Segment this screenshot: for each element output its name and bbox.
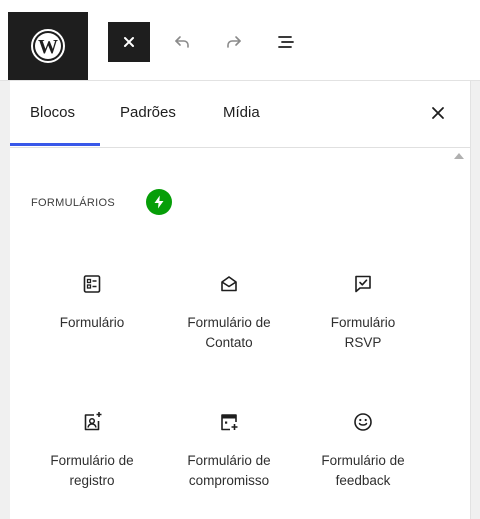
undo-button[interactable] (166, 26, 198, 58)
appointment-icon (221, 414, 238, 431)
jetpack-icon (146, 189, 172, 215)
redo-button[interactable] (218, 26, 250, 58)
category-title: FORMULÁRIOS (31, 197, 115, 209)
registration-icon (84, 412, 102, 431)
selected-tab-indicator (10, 143, 100, 146)
block-appointment-form[interactable]: Formulário de compromisso (164, 410, 294, 491)
block-registration-form[interactable]: Formulário de registro (27, 410, 157, 491)
block-label: Formulário (59, 315, 125, 330)
tab-blocks[interactable]: Blocos (30, 104, 75, 121)
block-form[interactable]: Formulário (27, 272, 157, 333)
tab-patterns[interactable]: Padrões (120, 104, 176, 121)
block-label: Formulário de compromisso (187, 453, 271, 488)
close-panel-button[interactable] (426, 101, 450, 125)
block-feedback-form[interactable]: Formulário de feedback (298, 410, 428, 491)
redo-icon (227, 36, 241, 48)
contact-form-icon (221, 276, 237, 292)
close-icon (432, 107, 444, 119)
scroll-up-arrow[interactable] (454, 153, 464, 159)
wordpress-logo-button[interactable]: W (8, 12, 88, 80)
document-overview-button[interactable] (270, 26, 302, 58)
list-view-icon (278, 36, 294, 48)
block-label: Formulário de registro (50, 453, 134, 488)
close-icon (124, 37, 134, 47)
form-icon (83, 275, 101, 293)
inserter-tabs: Blocos Padrões Mídia (10, 81, 470, 148)
block-label: Formulário de Contato (187, 315, 271, 350)
close-inserter-button[interactable] (108, 22, 150, 62)
block-contact-form[interactable]: Formulário de Contato (164, 272, 294, 353)
tab-media[interactable]: Mídia (223, 104, 260, 121)
block-label: Formulário de feedback (321, 453, 405, 488)
block-rsvp-form[interactable]: Formulário RSVP (298, 272, 428, 353)
editor-header: W (0, 0, 480, 81)
svg-text:W: W (38, 36, 58, 58)
block-label: Formulário RSVP (330, 315, 396, 350)
block-inserter-panel: Blocos Padrões Mídia FORMULÁRIOS Formulá… (10, 81, 471, 519)
undo-icon (175, 36, 189, 48)
rsvp-icon (355, 275, 371, 293)
wordpress-logo-icon: W (31, 29, 65, 63)
feedback-icon (354, 413, 372, 431)
